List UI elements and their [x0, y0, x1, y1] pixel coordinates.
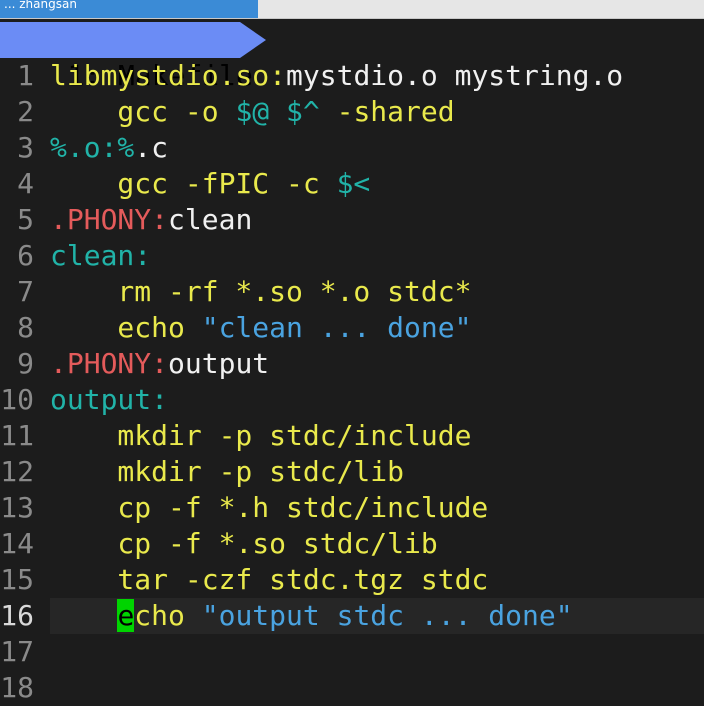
- code-text: clean:: [50, 238, 151, 274]
- code-text: mkdir -p stdc/lib: [50, 454, 404, 490]
- code-token: "clean ... done": [201, 311, 472, 344]
- code-line[interactable]: 11 mkdir -p stdc/include: [0, 418, 704, 454]
- code-text: tar -czf stdc.tgz stdc: [50, 562, 488, 598]
- line-number: 10: [0, 383, 34, 416]
- code-text: %.o:%.c: [50, 130, 168, 166]
- code-token: $@ $^: [235, 95, 320, 128]
- line-number: 13: [0, 491, 34, 524]
- code-text: cp -f *.h stdc/include: [50, 490, 488, 526]
- line-number: 15: [0, 563, 34, 596]
- line-number: 4: [17, 167, 34, 200]
- line-number: 7: [17, 275, 34, 308]
- code-token: clean: [168, 203, 253, 236]
- code-token: mystdio.o mystring.o: [286, 59, 624, 92]
- code-line[interactable]: 10 output:: [0, 382, 704, 418]
- line-number: 5: [17, 203, 34, 236]
- code-token: libmystdio.so:: [50, 59, 287, 92]
- line-number: 9: [17, 347, 34, 380]
- code-line[interactable]: 2 gcc -o $@ $^ -shared: [0, 94, 704, 130]
- code-token: cp -f *.so stdc/lib: [50, 527, 438, 560]
- code-text: mkdir -p stdc/include: [50, 418, 471, 454]
- code-line[interactable]: 7 rm -rf *.so *.o stdc*: [0, 274, 704, 310]
- code-token: "output stdc ... done": [201, 599, 573, 632]
- code-line[interactable]: 8 echo "clean ... done": [0, 310, 704, 346]
- line-number: 16: [0, 599, 34, 632]
- line-number: 14: [0, 527, 34, 560]
- code-line[interactable]: 1 libmystdio.so:mystdio.o mystring.o: [0, 58, 704, 94]
- line-number: 12: [0, 455, 34, 488]
- code-line[interactable]: 12 mkdir -p stdc/lib: [0, 454, 704, 490]
- code-token: %.o:%: [50, 131, 135, 164]
- code-line[interactable]: 13 cp -f *.h stdc/include: [0, 490, 704, 526]
- code-token: gcc -o: [50, 95, 236, 128]
- code-text: echo "output stdc ... done": [50, 598, 573, 634]
- code-token: mkdir -p stdc/lib: [50, 455, 405, 488]
- code-token: cp -f *.h stdc/include: [50, 491, 489, 524]
- line-number: 17: [0, 635, 34, 668]
- code-token: -shared: [319, 95, 455, 128]
- code-token: clean:: [50, 239, 152, 272]
- code-token: rm -rf *.so *.o stdc*: [50, 275, 472, 308]
- line-number: 2: [17, 95, 34, 128]
- code-editor[interactable]: 1 libmystdio.so:mystdio.o mystring.o 2 gcc…: [0, 58, 704, 706]
- tab-arrow-icon: [240, 22, 266, 58]
- code-text: gcc -fPIC -c $<: [50, 166, 370, 202]
- code-line[interactable]: 4 gcc -fPIC -c $<: [0, 166, 704, 202]
- code-text: gcc -o $@ $^ -shared: [50, 94, 455, 130]
- line-number: 11: [0, 419, 34, 452]
- vim-window: ... zhangsan 1: Makefile 1 libmystdio.so:…: [0, 0, 704, 706]
- code-line[interactable]: 18: [0, 670, 704, 706]
- buffer-tab-makefile[interactable]: 1: Makefile: [0, 22, 266, 92]
- line-number: 8: [17, 311, 34, 344]
- code-token: output:: [50, 383, 169, 416]
- code-token: cho: [134, 599, 202, 632]
- code-token: $<: [336, 167, 371, 200]
- session-tab[interactable]: ... zhangsan: [0, 0, 258, 18]
- code-text: .PHONY:output: [50, 346, 269, 382]
- line-number: 1: [17, 59, 34, 92]
- session-tab-label: ... zhangsan: [4, 0, 77, 11]
- code-line[interactable]: 17: [0, 634, 704, 670]
- code-text: echo "clean ... done": [50, 310, 471, 346]
- code-token: .PHONY:: [50, 203, 169, 236]
- code-line[interactable]: 3 %.o:%.c: [0, 130, 704, 166]
- line-number: 18: [0, 671, 34, 704]
- code-token: .PHONY:: [50, 347, 169, 380]
- code-line[interactable]: 9 .PHONY:output: [0, 346, 704, 382]
- code-text: libmystdio.so:mystdio.o mystring.o: [50, 58, 623, 94]
- code-token: mkdir -p stdc/include: [50, 419, 472, 452]
- code-line[interactable]: 16 echo "output stdc ... done": [0, 598, 704, 634]
- code-text: output:: [50, 382, 168, 418]
- text-cursor: e: [117, 599, 135, 632]
- code-line[interactable]: 15 tar -czf stdc.tgz stdc: [0, 562, 704, 598]
- code-token: output: [168, 347, 270, 380]
- line-number: 3: [17, 131, 34, 164]
- code-line[interactable]: 14 cp -f *.so stdc/lib: [0, 526, 704, 562]
- code-token: .c: [134, 131, 169, 164]
- code-token: tar -czf stdc.tgz stdc: [50, 563, 489, 596]
- code-line[interactable]: 5 .PHONY:clean: [0, 202, 704, 238]
- code-text: .PHONY:clean: [50, 202, 252, 238]
- code-line[interactable]: 6 clean:: [0, 238, 704, 274]
- code-text: rm -rf *.so *.o stdc*: [50, 274, 471, 310]
- code-token: gcc -fPIC -c: [50, 167, 337, 200]
- code-text: cp -f *.so stdc/lib: [50, 526, 438, 562]
- line-number: 6: [17, 239, 34, 272]
- code-token: echo: [50, 311, 202, 344]
